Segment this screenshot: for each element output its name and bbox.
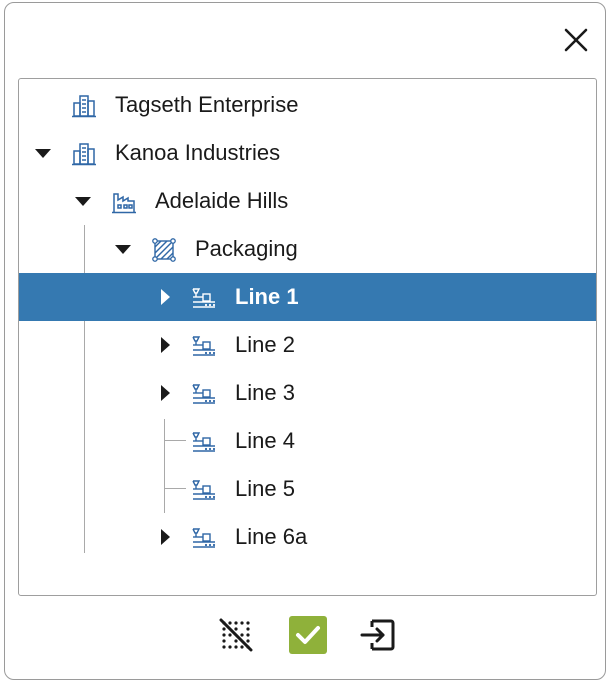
tree-item-kanoa-industries[interactable]: Kanoa Industries [19,129,596,177]
production-line-icon [192,336,216,356]
tree-picker-dialog: Tagseth Enterprise Kanoa Industries Adel… [4,2,606,680]
caret-down-icon[interactable] [113,239,133,259]
tree-item-line-4[interactable]: Line 4 [19,417,596,465]
production-line-icon [192,384,216,404]
production-line-icon [192,288,216,308]
caret-right-icon[interactable] [155,527,175,547]
caret-down-icon[interactable] [33,143,53,163]
tree-item-line-5[interactable]: Line 5 [19,465,596,513]
tree-item-label: Line 6a [235,524,308,549]
tree-item-line-2[interactable]: Line 2 [19,321,596,369]
tree-item-label: Tagseth Enterprise [115,92,299,117]
tree-item-label: Line 4 [235,428,295,453]
enterprise-building-icon [72,95,96,118]
caret-right-icon[interactable] [155,335,175,355]
tree-item-adelaide-hills[interactable]: Adelaide Hills [19,177,596,225]
tree-item-label: Line 1 [235,284,299,309]
tree-item-label: Kanoa Industries [115,140,281,165]
confirm-check-icon[interactable] [288,615,328,655]
tree-item-packaging[interactable]: Packaging [19,225,596,273]
production-line-icon [192,480,216,500]
caret-right-icon[interactable] [155,383,175,403]
tree-item-tagseth-enterprise[interactable]: Tagseth Enterprise [19,81,596,129]
action-bar [5,615,607,665]
clear-selection-icon[interactable] [216,615,256,655]
site-factory-icon [112,193,136,214]
caret-down-icon[interactable] [73,191,93,211]
tree-item-label: Packaging [195,236,298,261]
tree-item-label: Adelaide Hills [155,188,289,213]
tree-item-label: Line 5 [235,476,295,501]
tree-item-label: Line 2 [235,332,295,357]
tree-item-label: Line 3 [235,380,295,405]
production-line-icon [192,528,216,548]
production-line-icon [192,432,216,452]
tree-panel: Tagseth Enterprise Kanoa Industries Adel… [18,78,597,596]
exit-icon[interactable] [358,615,398,655]
close-icon[interactable] [561,25,591,55]
enterprise-building-icon [72,143,96,166]
tree-item-line-3[interactable]: Line 3 [19,369,596,417]
tree-item-line-1[interactable]: Line 1 [19,273,596,321]
caret-right-icon[interactable] [155,287,175,307]
area-hatched-icon [152,238,176,262]
tree-item-line-6a[interactable]: Line 6a [19,513,596,561]
